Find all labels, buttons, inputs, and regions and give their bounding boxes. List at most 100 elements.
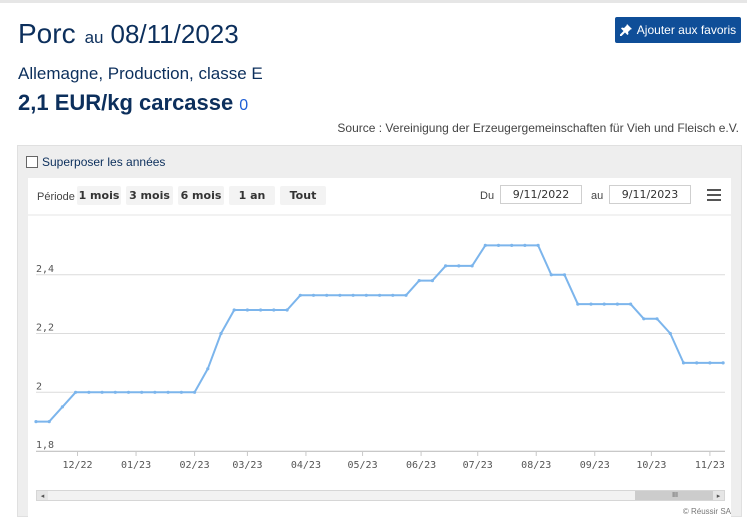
scroll-thumb[interactable]: III [635,491,715,500]
data-point [193,390,197,394]
data-point [285,308,289,312]
data-point [708,361,712,365]
data-point [483,243,487,247]
add-to-favorites-button[interactable]: Ajouter aux favoris [615,17,741,43]
scroll-right-icon[interactable]: ▸ [713,491,724,500]
credit-text: © Réussir SA [682,507,731,516]
from-label: Du [480,190,495,202]
scroll-left-icon[interactable]: ◂ [37,491,48,500]
x-tick-label: 04/23 [291,460,321,471]
x-tick-label: 11/23 [695,460,725,471]
range-6-months-button[interactable]: 6 mois [178,186,224,205]
overlay-years-checkbox[interactable] [26,156,38,168]
navigator-scrollbar[interactable]: ◂ III ▸ [36,490,725,501]
data-point [457,264,461,268]
x-tick-label: 10/23 [636,460,666,471]
x-tick-label: 06/23 [406,460,436,471]
page-title: Porc au 08/11/2023 [18,18,239,50]
data-point [113,390,117,394]
data-point [695,361,699,365]
price-chart: 1,8 2 2,2 2,4 12/22 01/23 02/23 03/23 04/23 05/23… [28,214,731,471]
periode-label: Période [37,191,75,203]
data-point [470,264,474,268]
data-point [391,293,395,297]
y-tick-label: 2,4 [36,264,54,275]
data-point [444,264,448,268]
range-all-button[interactable]: Tout [280,186,326,205]
x-tick-label: 07/23 [463,460,493,471]
data-point [87,390,91,394]
data-point [510,243,514,247]
chart-area: 1,8 2 2,2 2,4 12/22 01/23 02/23 03/23 04/23 05/23… [28,178,731,517]
x-tick-label: 05/23 [348,460,378,471]
range-1-month-button[interactable]: 1 mois [77,186,121,205]
data-point [338,293,342,297]
data-point [681,361,686,365]
from-date-input[interactable] [500,185,582,204]
data-point [404,293,408,297]
y-tick-label: 2 [36,381,42,392]
data-point [629,302,633,306]
subtitle: Allemagne, Production, classe E [18,64,263,83]
data-point [166,390,170,394]
data-point [219,331,223,336]
hamburger-menu-icon[interactable] [707,189,721,201]
product-title: Porc [18,18,76,49]
range-1-year-button[interactable]: 1 an [229,186,275,205]
x-tick-label: 03/23 [232,460,262,471]
data-point [153,390,157,394]
x-tick-label: 08/23 [521,460,551,471]
data-point [655,317,659,321]
data-point [576,302,580,306]
data-point [417,279,421,283]
data-point [259,308,263,312]
data-point [523,243,527,247]
data-point [179,390,183,394]
data-point [140,390,144,394]
data-point [74,390,78,394]
x-tick-label: 12/22 [62,460,92,471]
data-point [34,420,38,424]
title-au: au [84,28,104,47]
x-tick-label: 02/23 [180,460,210,471]
to-date-input[interactable] [609,185,691,204]
chart-panel: Superposer les années 1,8 2 2,2 2,4 12/22 01/… [17,145,742,517]
top-border [0,0,747,3]
data-point [668,331,672,336]
data-point [364,293,368,297]
data-point [351,293,355,297]
to-label: au [591,190,604,202]
data-point [536,243,540,247]
data-point [642,317,646,321]
data-point [589,302,593,306]
data-point [100,390,104,394]
data-point [47,420,51,424]
data-point [206,367,210,371]
data-point [311,293,316,297]
favorites-label: Ajouter aux favoris [636,23,737,37]
data-point [232,308,236,312]
price-change: 0 [239,97,249,114]
overlay-years-option[interactable]: Superposer les années [26,155,165,169]
data-point [602,302,606,306]
data-point [496,243,501,247]
price-value: 2,1 EUR/kg carcasse [18,90,234,115]
data-point [325,293,329,297]
price-row: 2,1 EUR/kg carcasse 0 [18,90,248,116]
x-tick-label: 01/23 [121,460,151,471]
data-point [272,308,276,312]
y-tick-label: 2,2 [36,323,54,334]
title-date: 08/11/2023 [110,19,239,49]
data-point [245,308,249,312]
data-point [298,293,302,297]
data-point [430,279,434,283]
x-tick-label: 09/23 [580,460,610,471]
source-text: Source : Vereinigung der Erzeugergemeins… [337,121,739,135]
range-3-months-button[interactable]: 3 mois [126,186,173,205]
data-point [562,273,567,277]
overlay-years-label: Superposer les années [42,155,166,169]
data-point [721,361,725,365]
y-tick-label: 1,8 [36,440,54,451]
data-point [615,302,620,306]
pin-icon [619,24,632,36]
